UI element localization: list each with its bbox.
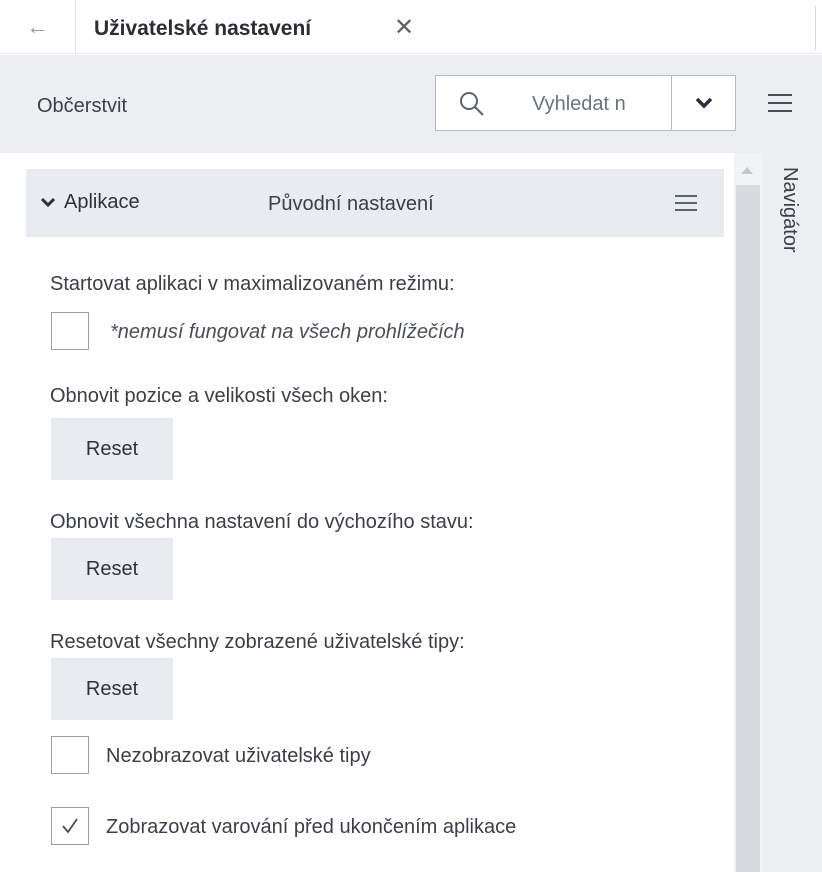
exit-warning-checkbox[interactable]: [51, 807, 89, 845]
exit-warning-label: Zobrazovat varování před ukončením aplik…: [106, 816, 517, 838]
back-button[interactable]: ←: [0, 0, 76, 54]
reset-tips-button[interactable]: Reset: [51, 658, 173, 720]
scroll-thumb[interactable]: [736, 185, 760, 872]
section-menu-icon[interactable]: [674, 194, 698, 212]
maximized-checkbox[interactable]: [51, 312, 89, 350]
chevron-down-icon: [695, 97, 712, 109]
maximized-note: *nemusí fungovat na všech prohlížečích: [110, 321, 465, 343]
defaults-label: Obnovit všechna nastavení do výchozího s…: [50, 511, 474, 533]
search-input[interactable]: [532, 90, 668, 118]
settings-panel: Aplikace Původní nastavení Startovat apl…: [8, 153, 734, 872]
navigator-sidebar[interactable]: Navigátor: [762, 153, 822, 872]
tab-title[interactable]: Uživatelské nastavení: [94, 17, 311, 41]
arrow-left-icon: ←: [26, 14, 49, 39]
search-icon: [460, 92, 484, 116]
section-subtitle: Původní nastavení: [268, 193, 434, 215]
tab-strip: ← Uživatelské nastavení ✕: [0, 0, 822, 54]
hide-tips-label: Nezobrazovat uživatelské tipy: [106, 745, 371, 767]
reset-defaults-button[interactable]: Reset: [51, 538, 173, 600]
section-header[interactable]: Aplikace Původní nastavení: [26, 169, 724, 237]
tips-reset-label: Resetovat všechny zobrazené uživatelské …: [50, 631, 465, 653]
hide-tips-checkbox[interactable]: [51, 736, 89, 774]
tab-divider: [815, 6, 816, 50]
vertical-scrollbar[interactable]: [734, 153, 762, 872]
maximized-label: Startovat aplikaci v maximalizovaném rež…: [50, 273, 455, 295]
window-positions-label: Obnovit pozice a velikosti všech oken:: [50, 385, 388, 407]
scroll-up-arrow-icon[interactable]: [741, 167, 753, 174]
navigator-label[interactable]: Navigátor: [778, 167, 801, 253]
chevron-down-icon: [40, 197, 56, 207]
section-title: Aplikace: [64, 191, 140, 213]
refresh-button[interactable]: Občerstvit: [37, 95, 127, 118]
section-toggle[interactable]: Aplikace: [40, 191, 140, 214]
checkmark-icon: [62, 818, 78, 834]
close-icon[interactable]: ✕: [394, 13, 414, 42]
search-box[interactable]: [435, 75, 671, 131]
reset-window-positions-button[interactable]: Reset: [51, 418, 173, 480]
toolbar: Občerstvit: [0, 55, 822, 153]
search-dropdown-button[interactable]: [671, 75, 736, 131]
hamburger-menu-icon[interactable]: [766, 92, 794, 114]
